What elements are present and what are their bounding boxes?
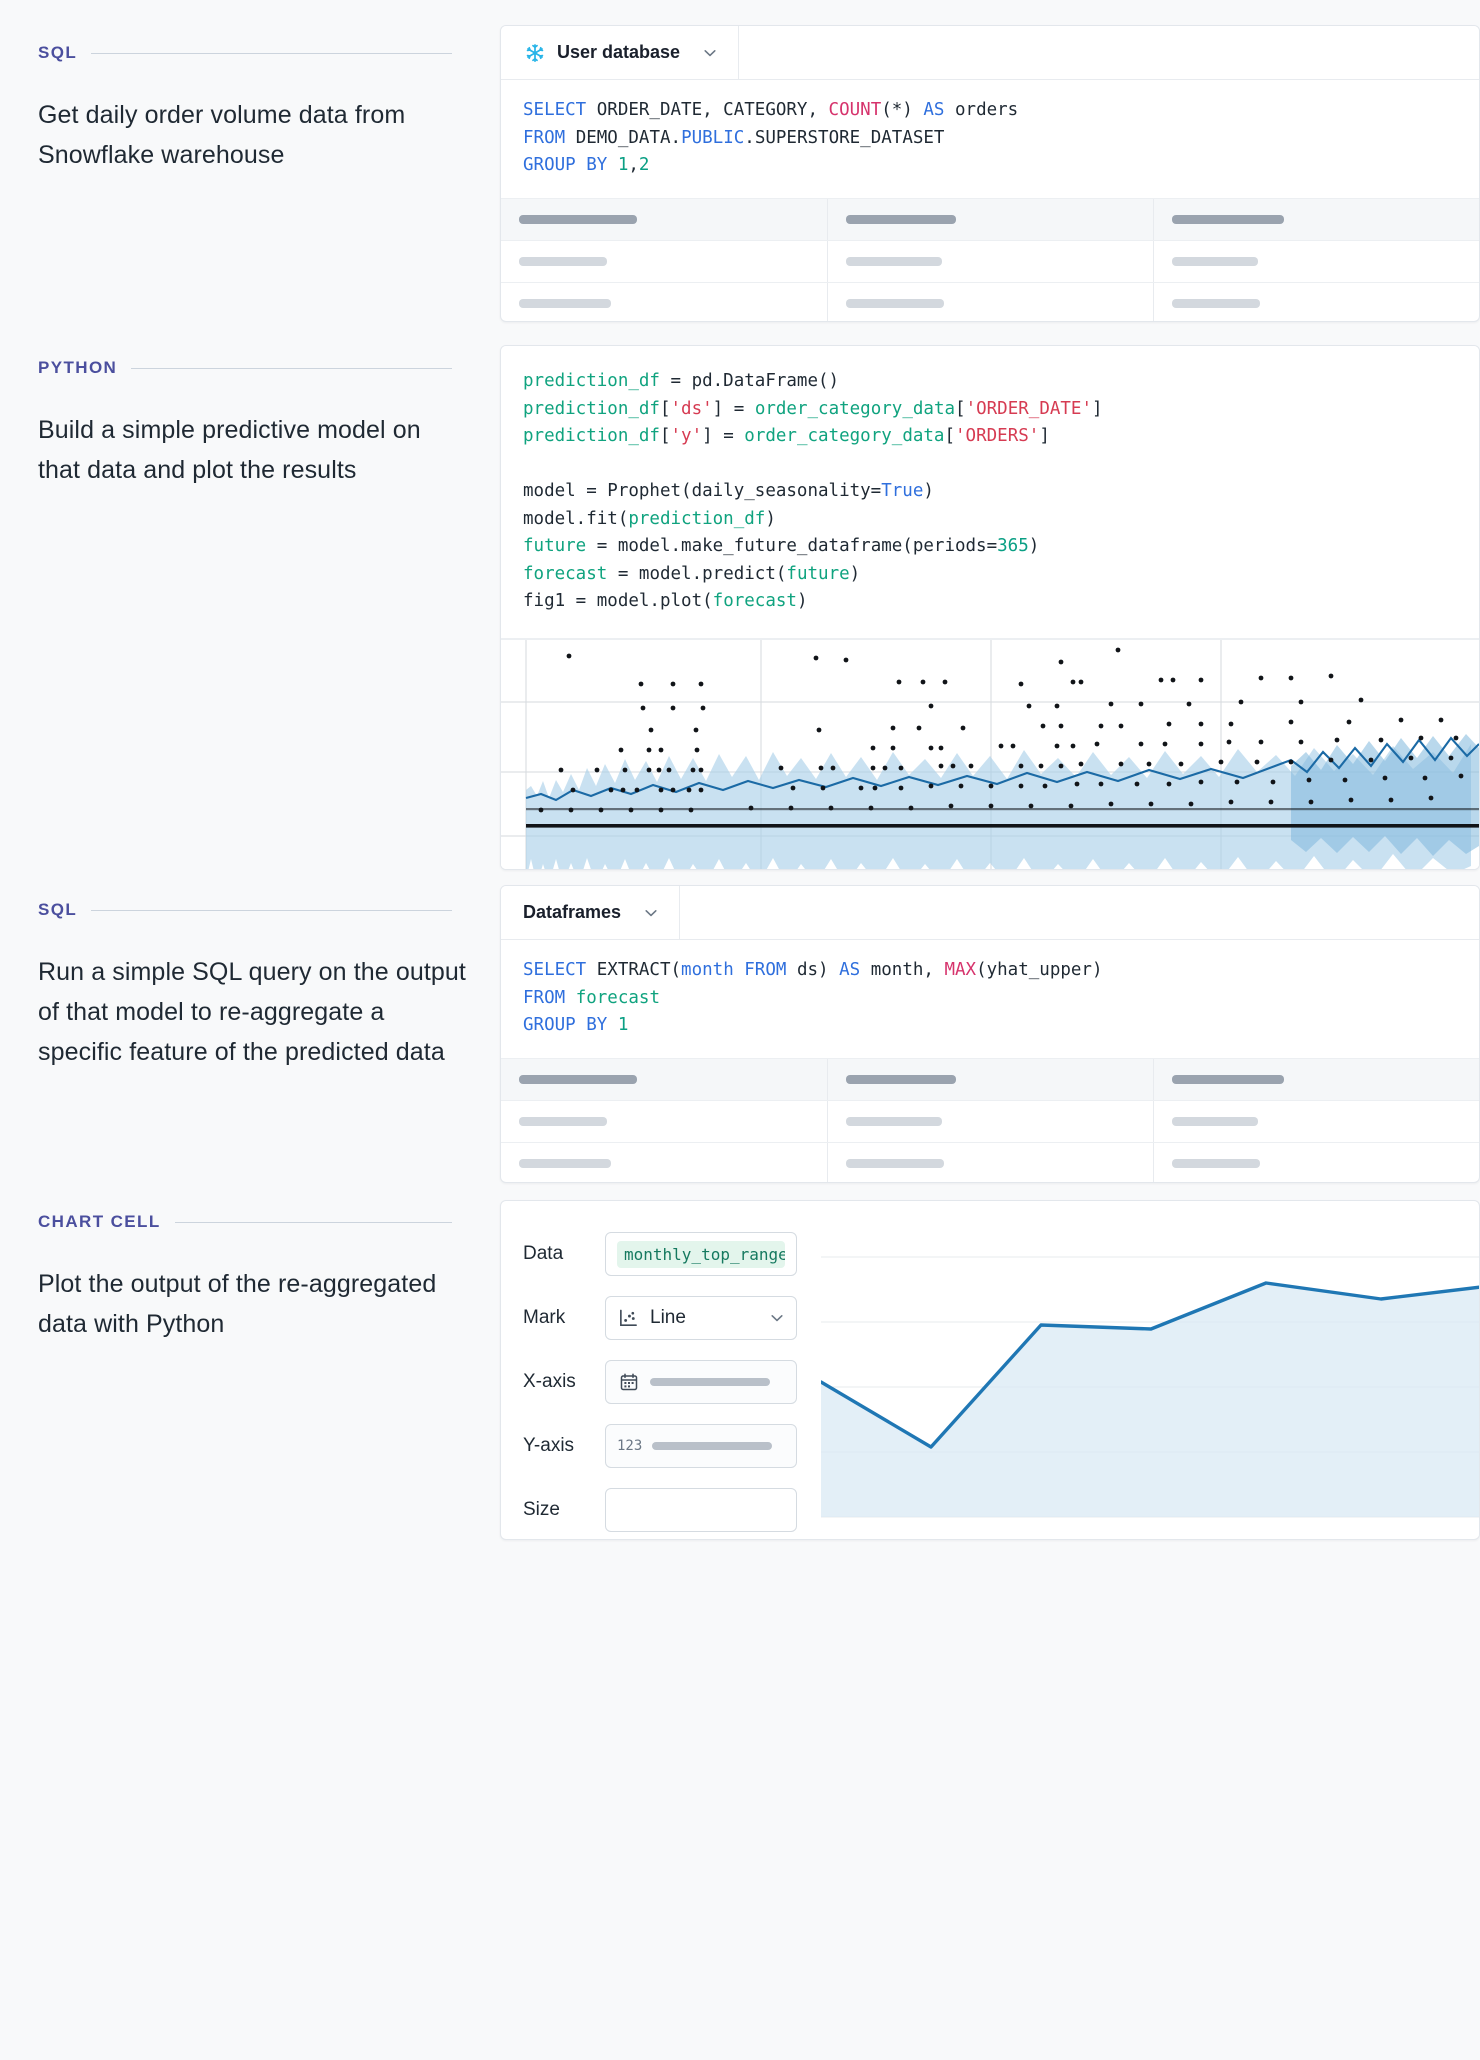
table-row — [501, 1101, 1479, 1143]
chevron-down-icon — [702, 45, 718, 61]
python-cell: prediction_df = pd.DataFrame() predictio… — [500, 345, 1480, 870]
cell-block-sql-1: SQL Get daily order volume data from Sno… — [38, 43, 476, 175]
table-row — [501, 241, 1479, 283]
number-123-icon: 123 — [617, 1438, 642, 1454]
data-field[interactable]: monthly_top_range — [605, 1232, 797, 1276]
cell-prompt-text: Plot the output of the re-aggregated dat… — [38, 1264, 468, 1344]
python-code-editor[interactable]: prediction_df = pd.DataFrame() predictio… — [501, 346, 1479, 639]
form-row-data: Data monthly_top_range — [523, 1227, 821, 1281]
chart-encoding-form: Data monthly_top_range Mark — [501, 1201, 821, 1540]
mark-value: Line — [650, 1307, 686, 1329]
cell-type-label: PYTHON — [38, 358, 117, 378]
datasource-dropdown[interactable]: User database — [501, 26, 739, 79]
toolbar-empty-area — [680, 886, 1479, 939]
cell-type-label: CHART CELL — [38, 1212, 161, 1232]
cell-header: PYTHON — [38, 358, 476, 378]
divider — [131, 368, 452, 369]
cell-toolbar: Dataframes — [501, 886, 1479, 940]
chart-cell: Data monthly_top_range Mark — [500, 1200, 1480, 1540]
y-axis-value-placeholder — [652, 1442, 772, 1450]
cell-prompt-text: Build a simple predictive model on that … — [38, 410, 468, 490]
x-axis-field[interactable] — [605, 1360, 797, 1404]
divider — [91, 910, 452, 911]
cell-header: CHART CELL — [38, 1212, 476, 1232]
notebook-page: SQL Get daily order volume data from Sno… — [0, 0, 1480, 2060]
cell-header: SQL — [38, 43, 476, 63]
field-label: Data — [523, 1243, 605, 1265]
divider — [175, 1222, 452, 1223]
data-field-value: monthly_top_range — [617, 1241, 785, 1268]
y-axis-field[interactable]: 123 — [605, 1424, 797, 1468]
form-row-size: Size — [523, 1483, 821, 1537]
table-row — [501, 199, 1479, 241]
cells-column: User database SELECT ORDER_DATE, CATEGOR… — [500, 0, 1480, 2060]
cell-prompt-text: Run a simple SQL query on the output of … — [38, 952, 468, 1072]
sql-code-editor-1[interactable]: SELECT ORDER_DATE, CATEGORY, COUNT(*) AS… — [501, 80, 1479, 199]
chart-preview — [821, 1201, 1480, 1540]
mark-select[interactable]: Line — [605, 1296, 797, 1340]
sql-cell-1: User database SELECT ORDER_DATE, CATEGOR… — [500, 25, 1480, 322]
size-field[interactable] — [605, 1488, 797, 1532]
toolbar-empty-area — [739, 26, 1479, 79]
result-table-preview-2 — [501, 1059, 1479, 1184]
scatter-mark-icon — [617, 1307, 640, 1330]
calendar-icon — [617, 1371, 640, 1394]
datasource-name: Dataframes — [523, 902, 621, 923]
line-chart-svg — [821, 1217, 1480, 1537]
snowflake-icon — [523, 41, 546, 64]
datasource-dropdown[interactable]: Dataframes — [501, 886, 680, 939]
x-axis-value-placeholder — [650, 1378, 770, 1386]
prompt-column: SQL Get daily order volume data from Sno… — [0, 0, 500, 2060]
form-row-xaxis: X-axis — [523, 1355, 821, 1409]
cell-block-sql-2: SQL Run a simple SQL query on the output… — [38, 900, 476, 1072]
form-row-mark: Mark Line — [523, 1291, 821, 1345]
chart-cell-body: Data monthly_top_range Mark — [501, 1201, 1479, 1540]
divider — [91, 53, 452, 54]
cell-block-chart: CHART CELL Plot the output of the re-agg… — [38, 1212, 476, 1344]
table-row — [501, 1059, 1479, 1101]
field-label: Y-axis — [523, 1435, 605, 1457]
cell-prompt-text: Get daily order volume data from Snowfla… — [38, 95, 468, 175]
table-row — [501, 283, 1479, 323]
sql-code-editor-2[interactable]: SELECT EXTRACT(month FROM ds) AS month, … — [501, 940, 1479, 1059]
chevron-down-icon — [769, 1310, 785, 1326]
field-label: Size — [523, 1499, 605, 1521]
form-row-yaxis: Y-axis 123 — [523, 1419, 821, 1473]
cell-header: SQL — [38, 900, 476, 920]
field-label: X-axis — [523, 1371, 605, 1393]
cell-type-label: SQL — [38, 43, 77, 63]
prophet-forecast-chart — [501, 639, 1479, 871]
cell-toolbar: User database — [501, 26, 1479, 80]
cell-type-label: SQL — [38, 900, 77, 920]
sql-cell-2: Dataframes SELECT EXTRACT(month FROM ds)… — [500, 885, 1480, 1183]
cell-block-python: PYTHON Build a simple predictive model o… — [38, 358, 476, 490]
field-label: Mark — [523, 1307, 605, 1329]
forecast-plot-svg — [501, 640, 1479, 871]
datasource-name: User database — [557, 42, 680, 63]
table-row — [501, 1143, 1479, 1184]
chevron-down-icon — [643, 905, 659, 921]
result-table-preview-1 — [501, 199, 1479, 323]
